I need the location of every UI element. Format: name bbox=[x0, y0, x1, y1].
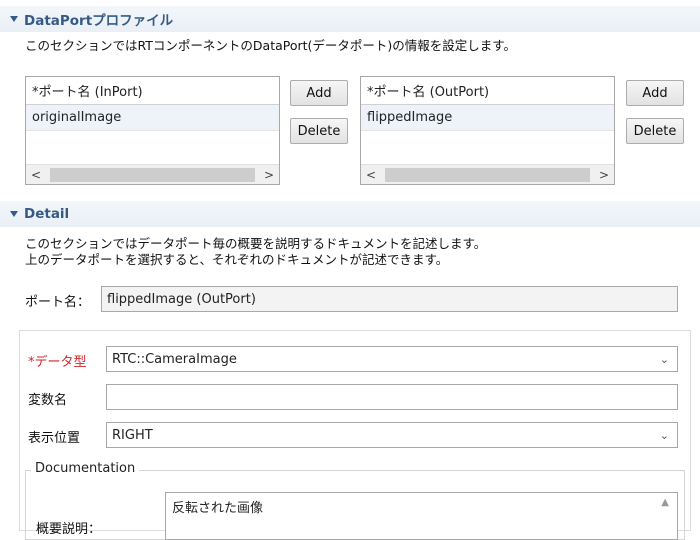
detail-description-line1: このセクションではデータポート毎の概要を説明するドキュメントを記述します。 bbox=[25, 236, 487, 251]
outport-column-header[interactable]: *ポート名 (OutPort) bbox=[361, 77, 614, 105]
scroll-thumb[interactable] bbox=[50, 167, 255, 182]
inport-row[interactable]: originalImage bbox=[26, 105, 279, 131]
summary-textarea[interactable]: 反転された画像 ▲ bbox=[165, 492, 678, 540]
inport-column-header[interactable]: *ポート名 (InPort) bbox=[26, 77, 279, 105]
detail-section-title: Detail bbox=[24, 206, 70, 222]
variable-name-input[interactable] bbox=[106, 384, 678, 410]
scroll-left-icon[interactable]: < bbox=[26, 168, 46, 182]
display-position-select[interactable]: RIGHT ⌄ bbox=[106, 422, 678, 448]
port-name-label: ポート名： bbox=[25, 295, 91, 310]
chevron-down-icon: ⌄ bbox=[659, 429, 669, 442]
variable-name-label: 変数名 bbox=[28, 393, 68, 408]
outport-table[interactable]: *ポート名 (OutPort) flippedImage < > bbox=[360, 76, 615, 185]
inport-horizontal-scrollbar[interactable]: < > bbox=[26, 164, 279, 184]
port-name-field: flippedImage (OutPort) bbox=[101, 286, 678, 312]
scroll-right-icon[interactable]: > bbox=[594, 168, 614, 182]
outport-add-button[interactable]: Add bbox=[626, 80, 684, 106]
outport-row[interactable]: flippedImage bbox=[361, 105, 614, 131]
documentation-legend: Documentation bbox=[31, 461, 140, 476]
dataport-section-title: DataPortプロファイル bbox=[24, 13, 174, 29]
scroll-left-icon[interactable]: < bbox=[361, 168, 381, 182]
scroll-right-icon[interactable]: > bbox=[259, 168, 279, 182]
scroll-up-icon[interactable]: ▲ bbox=[661, 497, 669, 508]
collapse-triangle-icon[interactable] bbox=[10, 211, 18, 217]
inport-delete-button[interactable]: Delete bbox=[290, 118, 348, 144]
dataport-section-description: このセクションではRTコンポーネントのDataPort(データポート)の情報を設… bbox=[25, 38, 517, 53]
data-type-label: *データ型 bbox=[28, 355, 87, 370]
data-type-value: RTC::CameraImage bbox=[112, 351, 237, 367]
detail-section-header[interactable]: Detail bbox=[0, 201, 700, 227]
scroll-thumb[interactable] bbox=[385, 167, 590, 182]
data-type-select[interactable]: RTC::CameraImage ⌄ bbox=[106, 346, 678, 372]
summary-label: 概要説明： bbox=[36, 522, 102, 537]
summary-text: 反転された画像 bbox=[172, 501, 264, 516]
chevron-down-icon: ⌄ bbox=[659, 353, 669, 366]
collapse-triangle-icon[interactable] bbox=[10, 16, 18, 22]
inport-add-button[interactable]: Add bbox=[290, 80, 348, 106]
display-position-value: RIGHT bbox=[112, 427, 153, 443]
outport-delete-button[interactable]: Delete bbox=[626, 118, 684, 144]
outport-horizontal-scrollbar[interactable]: < > bbox=[361, 164, 614, 184]
detail-description-line2: 上のデータポートを選択すると、それぞれのドキュメントが記述できます。 bbox=[25, 252, 449, 267]
dataport-section-header[interactable]: DataPortプロファイル bbox=[0, 6, 700, 32]
inport-table[interactable]: *ポート名 (InPort) originalImage < > bbox=[25, 76, 280, 185]
display-position-label: 表示位置 bbox=[28, 431, 81, 446]
